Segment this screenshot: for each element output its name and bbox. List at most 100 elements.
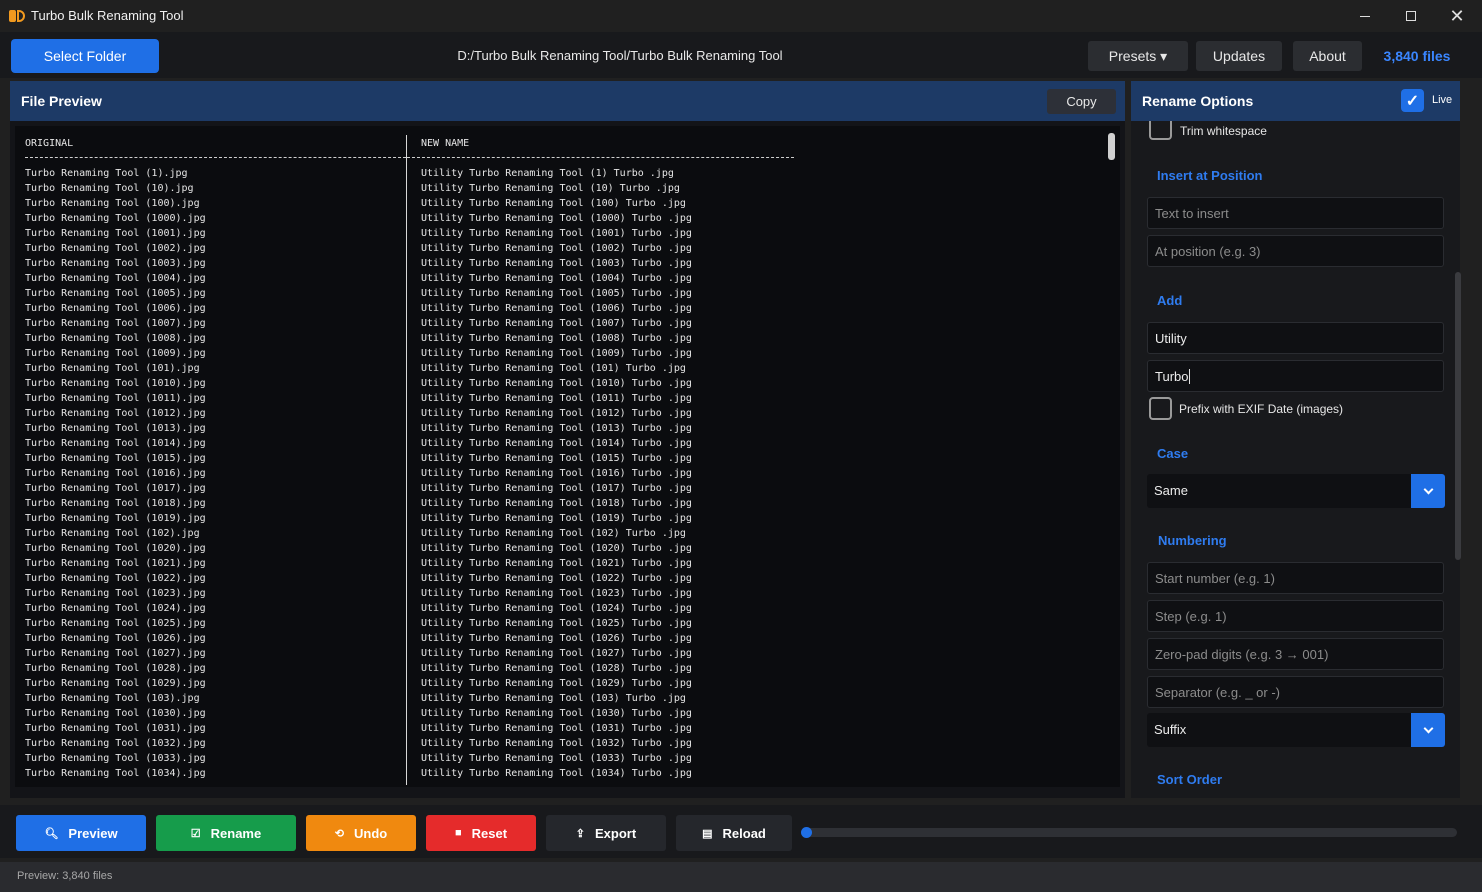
list-item: Utility Turbo Renaming Tool (1021) Turbo… <box>421 558 692 569</box>
suffix-input[interactable]: Turbo <box>1147 360 1444 392</box>
list-item: Turbo Renaming Tool (1033).jpg <box>25 753 206 764</box>
separator-input[interactable]: Separator (e.g. _ or -) <box>1147 676 1444 708</box>
list-item: Turbo Renaming Tool (1027).jpg <box>25 648 206 659</box>
list-item: Turbo Renaming Tool (1017).jpg <box>25 483 206 494</box>
start-number-input[interactable]: Start number (e.g. 1) <box>1147 562 1444 594</box>
export-button[interactable]: ⇪ Export <box>546 815 666 851</box>
list-item: Turbo Renaming Tool (1022).jpg <box>25 573 206 584</box>
reload-label: Reload <box>722 825 766 841</box>
list-item: Turbo Renaming Tool (10).jpg <box>25 183 194 194</box>
trash-icon: ■ <box>454 827 462 839</box>
list-item: Turbo Renaming Tool (1006).jpg <box>25 303 206 314</box>
preview-label: Preview <box>68 825 118 841</box>
list-item: Utility Turbo Renaming Tool (1017) Turbo… <box>421 483 692 494</box>
column-header-new-name: NEW NAME <box>421 138 470 149</box>
list-item: Turbo Renaming Tool (1001).jpg <box>25 228 206 239</box>
original-names-list: Turbo Renaming Tool (1).jpg Turbo Renamin… <box>25 166 206 781</box>
text-cursor <box>1189 368 1191 384</box>
list-item: Utility Turbo Renaming Tool (1011) Turbo… <box>421 393 692 404</box>
preview-button[interactable]: 🔍︎ Preview <box>16 815 146 851</box>
trim-whitespace-checkbox[interactable] <box>1149 121 1172 140</box>
list-item: Turbo Renaming Tool (1030).jpg <box>25 708 206 719</box>
list-item: Utility Turbo Renaming Tool (1000) Turbo… <box>421 213 692 224</box>
list-item: Turbo Renaming Tool (1029).jpg <box>25 678 206 689</box>
check-square-icon: ☑ <box>190 827 201 840</box>
options-scrollbar[interactable] <box>1455 272 1461 560</box>
list-item: Utility Turbo Renaming Tool (1014) Turbo… <box>421 438 692 449</box>
list-item: Turbo Renaming Tool (1010).jpg <box>25 378 206 389</box>
file-count: 3,840 files <box>1383 48 1451 64</box>
file-preview-title: File Preview <box>21 93 102 109</box>
reset-button[interactable]: ■ Reset <box>426 815 536 851</box>
reset-label: Reset <box>471 825 508 841</box>
case-dropdown-button[interactable] <box>1411 474 1445 508</box>
select-folder-button[interactable]: Select Folder <box>11 39 159 73</box>
trim-whitespace-label: Trim whitespace <box>1180 124 1267 138</box>
header-divider <box>407 157 794 158</box>
search-icon: 🔍︎ <box>44 827 59 840</box>
exif-date-checkbox[interactable] <box>1149 397 1172 420</box>
list-item: Utility Turbo Renaming Tool (1034) Turbo… <box>421 768 692 779</box>
list-item: Turbo Renaming Tool (1002).jpg <box>25 243 206 254</box>
list-item: Utility Turbo Renaming Tool (1024) Turbo… <box>421 603 692 614</box>
copy-button[interactable]: Copy <box>1047 89 1116 114</box>
maximize-button[interactable] <box>1388 0 1434 32</box>
updates-button[interactable]: Updates <box>1196 41 1282 71</box>
rename-button[interactable]: ☑ Rename <box>156 815 296 851</box>
list-item: Utility Turbo Renaming Tool (1032) Turbo… <box>421 738 692 749</box>
list-item: Utility Turbo Renaming Tool (1029) Turbo… <box>421 678 692 689</box>
numbering-position-select[interactable]: Suffix <box>1147 713 1445 747</box>
numbering-dropdown-button[interactable] <box>1411 713 1445 747</box>
list-item: Utility Turbo Renaming Tool (1009) Turbo… <box>421 348 692 359</box>
list-item: Utility Turbo Renaming Tool (1018) Turbo… <box>421 498 692 509</box>
progress-bar <box>802 828 1457 837</box>
list-item: Utility Turbo Renaming Tool (1) Turbo .j… <box>421 168 674 179</box>
close-button[interactable]: ✕ <box>1434 0 1480 32</box>
undo-label: Undo <box>354 825 388 841</box>
minimize-icon <box>1360 15 1370 17</box>
minimize-button[interactable] <box>1342 0 1388 32</box>
case-section-title: Case <box>1157 446 1189 461</box>
insert-section-title: Insert at Position <box>1157 168 1263 183</box>
list-item: Turbo Renaming Tool (1013).jpg <box>25 423 206 434</box>
step-input[interactable]: Step (e.g. 1) <box>1147 600 1444 632</box>
list-item: Turbo Renaming Tool (1032).jpg <box>25 738 206 749</box>
list-item: Utility Turbo Renaming Tool (1013) Turbo… <box>421 423 692 434</box>
insert-position-input[interactable]: At position (e.g. 3) <box>1147 235 1444 267</box>
list-item: Turbo Renaming Tool (1031).jpg <box>25 723 206 734</box>
list-item: Turbo Renaming Tool (1024).jpg <box>25 603 206 614</box>
prefix-input[interactable]: Utility <box>1147 322 1444 354</box>
preview-scrollbar[interactable] <box>1108 133 1115 160</box>
reload-icon: ▤ <box>702 827 713 840</box>
exif-date-label: Prefix with EXIF Date (images) <box>1179 402 1344 416</box>
list-item: Utility Turbo Renaming Tool (1023) Turbo… <box>421 588 692 599</box>
list-item: Turbo Renaming Tool (1021).jpg <box>25 558 206 569</box>
zero-pad-input[interactable]: Zero-pad digits (e.g. 3 → 001) <box>1147 638 1444 670</box>
list-item: Utility Turbo Renaming Tool (1007) Turbo… <box>421 318 692 329</box>
rename-label: Rename <box>210 825 262 841</box>
list-item: Utility Turbo Renaming Tool (103) Turbo … <box>421 693 686 704</box>
live-label: Live <box>1432 94 1453 106</box>
list-item: Turbo Renaming Tool (1005).jpg <box>25 288 206 299</box>
list-item: Utility Turbo Renaming Tool (1031) Turbo… <box>421 723 692 734</box>
list-item: Utility Turbo Renaming Tool (1030) Turbo… <box>421 708 692 719</box>
about-button[interactable]: About <box>1293 41 1362 71</box>
list-item: Turbo Renaming Tool (102).jpg <box>25 528 200 539</box>
presets-button[interactable]: Presets ▾ <box>1088 41 1188 71</box>
undo-icon: ⟲ <box>334 827 344 840</box>
list-item: Turbo Renaming Tool (1025).jpg <box>25 618 206 629</box>
case-select[interactable]: Same <box>1147 474 1445 508</box>
list-item: Utility Turbo Renaming Tool (1008) Turbo… <box>421 333 692 344</box>
column-divider <box>406 135 407 785</box>
list-item: Turbo Renaming Tool (1016).jpg <box>25 468 206 479</box>
list-item: Utility Turbo Renaming Tool (1022) Turbo… <box>421 573 692 584</box>
insert-text-input[interactable]: Text to insert <box>1147 197 1444 229</box>
list-item: Utility Turbo Renaming Tool (100) Turbo … <box>421 198 686 209</box>
title-bar <box>0 0 1482 32</box>
list-item: Utility Turbo Renaming Tool (1003) Turbo… <box>421 258 692 269</box>
reload-button[interactable]: ▤ Reload <box>676 815 792 851</box>
list-item: Utility Turbo Renaming Tool (10) Turbo .… <box>421 183 680 194</box>
undo-button[interactable]: ⟲ Undo <box>306 815 416 851</box>
live-checkbox[interactable]: ✓ <box>1401 89 1424 112</box>
chevron-down-icon <box>1423 484 1433 495</box>
